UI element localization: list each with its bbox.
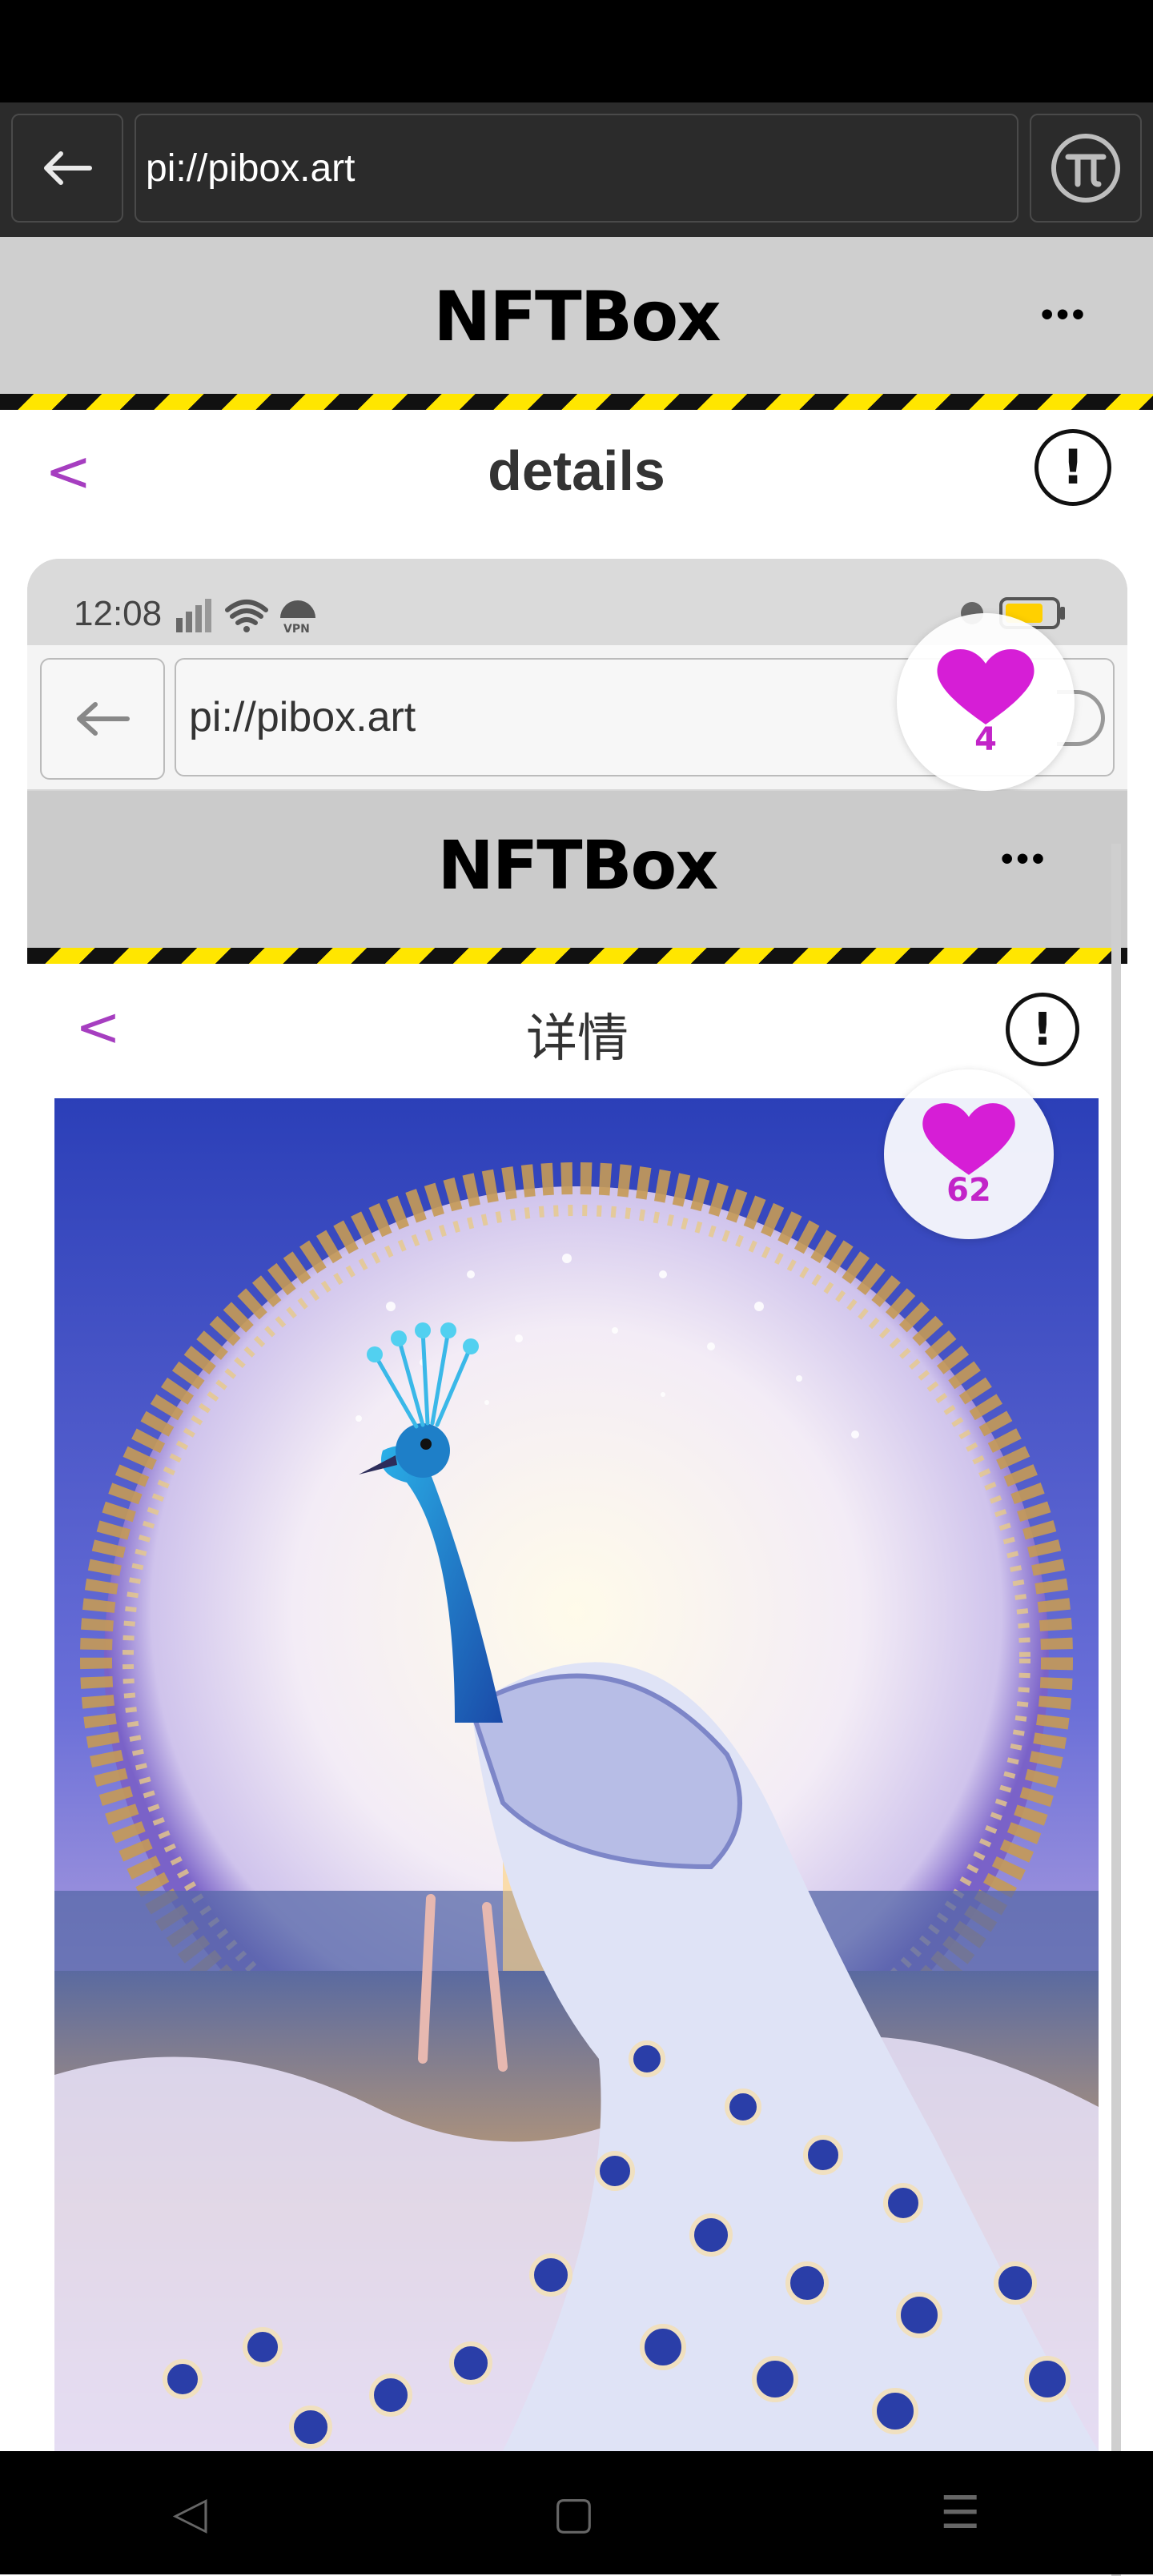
scrollbar[interactable]	[1111, 844, 1121, 2576]
inner-page-title: 详情	[526, 1009, 629, 1069]
image-like-count: 62	[946, 1172, 991, 1209]
more-options-button[interactable]: •••	[1041, 295, 1087, 335]
inner-url-text: pi://pibox.art	[189, 694, 416, 740]
heart-icon	[937, 648, 1034, 724]
heart-icon	[922, 1103, 1015, 1175]
page-title: details	[488, 439, 665, 502]
nft-screenshot-card[interactable]: 12:08 VPN pi://pibox.art 4 NFTBox ••• < …	[27, 559, 1127, 2576]
inner-app-header: NFTBox •••	[27, 791, 1127, 948]
browser-bar: pi://pibox.art	[0, 102, 1153, 237]
info-button[interactable]: !	[1034, 429, 1111, 506]
inner-info-icon: !	[1032, 1003, 1053, 1056]
like-count: 4	[974, 721, 997, 758]
nav-back-icon[interactable]: ◁	[173, 2486, 207, 2539]
browser-url-field[interactable]: pi://pibox.art	[135, 114, 1018, 223]
pi-browser-button[interactable]	[1030, 114, 1142, 223]
app-title: NFTBox	[433, 277, 721, 357]
app-header: NFTBox •••	[0, 237, 1153, 394]
svg-text:VPN: VPN	[283, 623, 310, 634]
image-like-badge[interactable]: 62	[884, 1069, 1054, 1239]
arrow-left-icon	[44, 151, 92, 185]
info-icon: !	[1062, 439, 1084, 496]
nav-menu-icon[interactable]: ☰	[940, 2486, 980, 2539]
status-bar	[0, 0, 1153, 102]
arrow-left-icon	[77, 702, 130, 736]
inner-hazard-stripe	[27, 948, 1127, 964]
url-text: pi://pibox.art	[146, 146, 356, 190]
inner-back-button[interactable]	[40, 658, 165, 780]
inner-more-options-button[interactable]: •••	[1001, 839, 1047, 879]
hazard-stripe	[0, 394, 1153, 410]
status-time: 12:08	[74, 594, 163, 633]
system-nav-bar: ◁ ▢ ☰	[0, 2451, 1153, 2574]
inner-app-title: NFTBox	[437, 826, 719, 905]
browser-back-button[interactable]	[11, 114, 123, 223]
inner-page: < 详情 ! 62	[27, 844, 1127, 2576]
nft-artwork-image[interactable]	[54, 1098, 1099, 2451]
signal-wifi-vpn-icons: VPN	[176, 599, 315, 634]
nav-home-icon[interactable]: ▢	[552, 2486, 595, 2539]
peacock-artwork	[54, 1098, 1099, 2451]
pi-logo-icon	[1051, 134, 1120, 203]
like-badge[interactable]: 4	[897, 613, 1075, 791]
inner-info-button[interactable]: !	[1006, 993, 1079, 1066]
